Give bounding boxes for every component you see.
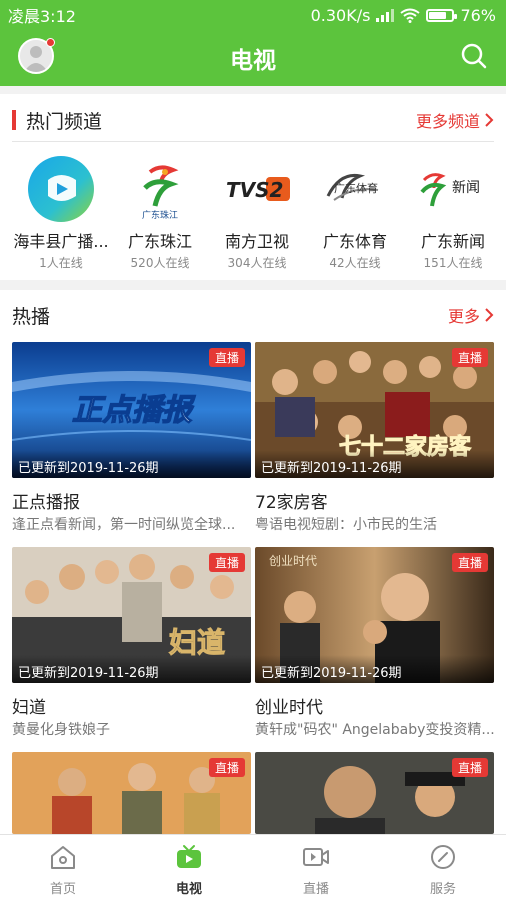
signal-icon	[376, 9, 395, 22]
svg-text:TVS2: TVS2	[226, 178, 283, 202]
tab-service[interactable]: 服务	[380, 835, 506, 900]
channel-online-count: 520人在线	[130, 256, 190, 270]
update-info: 已更新到2019-11-26期	[255, 450, 494, 478]
program-title: 创业时代	[255, 698, 323, 718]
network-speed: 0.30K/s	[310, 5, 371, 25]
section-divider	[12, 141, 494, 142]
live-badge: 直播	[451, 348, 488, 367]
tab-tv[interactable]: 电视	[126, 835, 252, 900]
compass-icon	[431, 845, 455, 869]
divider-band	[0, 86, 506, 94]
hot-play-header: 热播 更多	[0, 290, 506, 340]
svg-text:新闻: 新闻	[452, 180, 480, 196]
program-thumbnail: 正点播报 直播 已更新到2019-11-26期	[12, 342, 251, 478]
gd-news-logo: 新闻	[418, 154, 488, 224]
channel-name: 广东新闻	[420, 232, 485, 251]
program-thumbnail: 妇道 直播 已更新到2019-11-26期	[12, 547, 251, 683]
channel-item-haifeng[interactable]: 海丰县广播... 1人在线	[11, 148, 111, 276]
program-thumbnail: 创业时代 直播 已更新到2019-11-26期	[255, 547, 494, 683]
channel-online-count: 42人在线	[329, 256, 381, 270]
svg-text:广东珠江: 广东珠江	[142, 209, 178, 221]
channel-name: 南方卫视	[224, 232, 289, 251]
channel-item-gd-pearl[interactable]: 广东珠江 广东珠江 520人在线	[110, 148, 210, 276]
channel-item-tvs2[interactable]: TVS2 南方卫视 304人在线	[207, 148, 307, 276]
status-bar: 凌晨3:12 0.30K/s 76%	[0, 0, 506, 30]
live-badge: 直播	[451, 758, 488, 777]
svg-text:创业时代: 创业时代	[269, 554, 317, 568]
svg-text:广东体育: 广东体育	[334, 181, 378, 195]
program-description: 黄曼化身铁娘子	[12, 722, 110, 738]
chevron-right-icon	[485, 308, 494, 322]
program-description: 逢正点看新闻，第一时间纵览全球...	[12, 517, 236, 533]
channel-online-count: 1人在线	[39, 256, 83, 270]
live-badge: 直播	[451, 553, 488, 572]
channel-online-count: 151人在线	[423, 256, 483, 270]
channel-online-count: 304人在线	[227, 256, 287, 270]
update-info: 已更新到2019-11-26期	[255, 655, 494, 683]
update-info: 已更新到2019-11-26期	[12, 655, 251, 683]
status-right: 0.30K/s 76%	[311, 6, 496, 25]
tab-live[interactable]: 直播	[253, 835, 379, 900]
program-thumbnail: 七十二家房客 直播 已更新到2019-11-26期	[255, 342, 494, 478]
tab-label: 电视	[175, 882, 202, 897]
hot-channels-title: 热门频道	[26, 110, 103, 133]
tv-icon	[177, 845, 201, 868]
channel-list: 海丰县广播... 1人在线 广东珠江 广东珠江 520人在线 TVS2 南方卫视…	[0, 148, 506, 276]
wifi-icon	[400, 8, 421, 23]
tab-home[interactable]: 首页	[0, 835, 126, 900]
gd-pearl-logo: 广东珠江	[125, 154, 195, 224]
live-badge: 直播	[208, 553, 245, 572]
more-channels-label: 更多频道	[415, 112, 480, 131]
more-hot-label: 更多	[447, 307, 480, 326]
program-thumbnail: 直播	[255, 752, 494, 834]
bottom-tab-bar: 首页 电视 直播 服务	[0, 834, 506, 900]
chevron-right-icon	[485, 113, 494, 127]
notification-dot	[46, 38, 55, 47]
svg-text:正点播报: 正点播报	[72, 393, 196, 428]
circle-play-logo	[26, 154, 96, 224]
tvs2-logo: TVS2	[222, 154, 292, 224]
section-marker	[12, 110, 16, 130]
channel-item-gd-news[interactable]: 新闻 广东新闻 151人在线	[403, 148, 503, 276]
live-badge: 直播	[208, 348, 245, 367]
program-title: 72家房客	[255, 493, 328, 513]
app-header: 电视	[0, 30, 506, 86]
tab-label: 首页	[49, 882, 76, 897]
channel-item-gd-sports[interactable]: 广东体育 广东体育 42人在线	[305, 148, 405, 276]
battery-icon	[426, 8, 458, 22]
program-thumbnail: 直播	[12, 752, 251, 834]
channel-name: 广东体育	[322, 232, 387, 251]
more-hot-link[interactable]: 更多	[448, 303, 494, 327]
hot-channels-header: 热门频道 更多频道	[0, 95, 506, 145]
status-time: 凌晨3:12	[8, 7, 76, 26]
home-icon	[51, 846, 75, 869]
tab-label: 直播	[302, 882, 329, 897]
program-description: 黄轩成"码农" Angelababy变投资精...	[255, 722, 494, 738]
channel-name: 广东珠江	[127, 232, 192, 251]
live-badge: 直播	[208, 758, 245, 777]
search-icon[interactable]	[460, 42, 488, 70]
hot-play-title: 热播	[12, 305, 51, 328]
more-channels-link[interactable]: 更多频道	[416, 108, 494, 132]
channel-name: 海丰县广播...	[13, 232, 109, 251]
tab-label: 服务	[429, 882, 456, 897]
program-title: 正点播报	[12, 493, 80, 513]
update-info: 已更新到2019-11-26期	[12, 450, 251, 478]
program-title: 妇道	[12, 698, 46, 718]
program-description: 粤语电视短剧：小市民的生活	[255, 517, 437, 533]
divider-band	[0, 280, 506, 290]
video-icon	[303, 848, 329, 866]
battery-percent: 76%	[460, 5, 496, 25]
gd-sports-logo: 广东体育	[320, 154, 390, 224]
page-title: 电视	[230, 48, 276, 74]
